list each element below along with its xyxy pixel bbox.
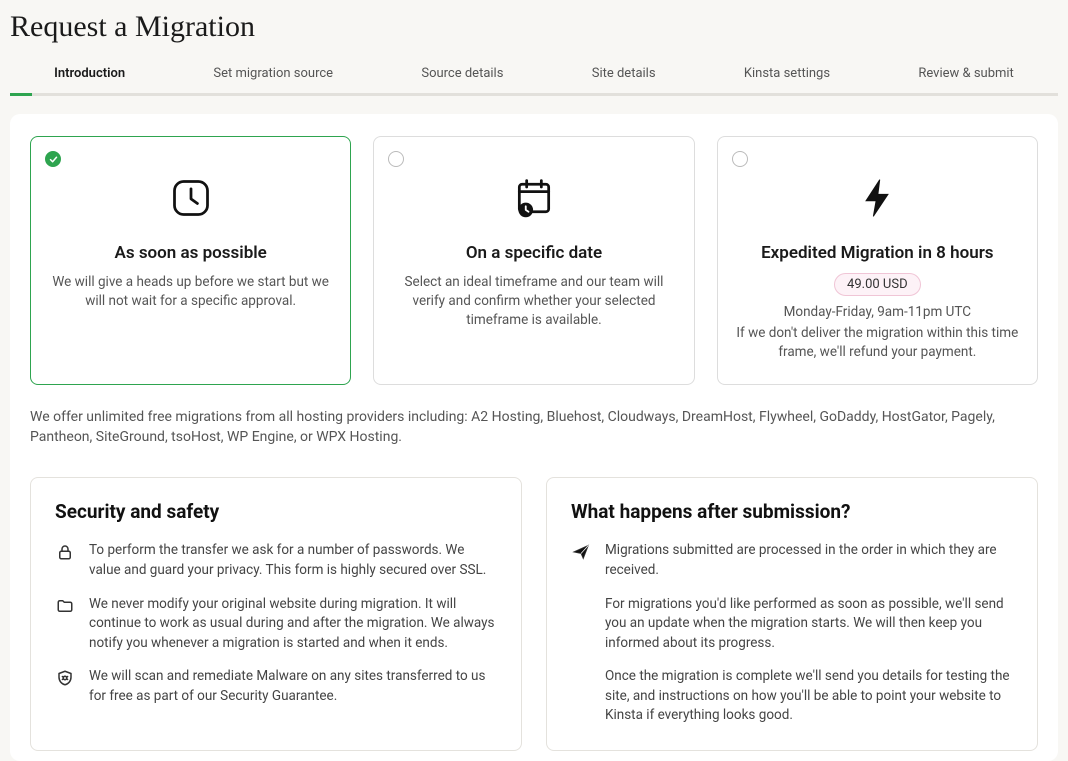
security-heading: Security and safety xyxy=(55,500,497,523)
main-card: As soon as possible We will give a heads… xyxy=(10,114,1058,761)
security-item-nomodify: We never modify your original website du… xyxy=(55,595,497,654)
clock-icon xyxy=(49,175,332,221)
option-specific-title: On a specific date xyxy=(392,243,675,263)
option-expedited-desc: If we don't deliver the migration within… xyxy=(736,324,1019,362)
option-expedited-title: Expedited Migration in 8 hours xyxy=(736,243,1019,263)
after-p1: Migrations submitted are processed in th… xyxy=(605,541,1013,580)
shield-bug-icon xyxy=(55,668,75,688)
after-heading: What happens after submission? xyxy=(571,500,1013,523)
radio-specific-date[interactable] xyxy=(388,151,404,167)
tab-site-details[interactable]: Site details xyxy=(588,58,660,89)
option-asap-desc: We will give a heads up before we start … xyxy=(49,273,332,311)
security-item-text: We never modify your original website du… xyxy=(89,595,497,654)
paper-plane-icon xyxy=(571,542,591,562)
option-asap[interactable]: As soon as possible We will give a heads… xyxy=(30,136,351,385)
security-card: Security and safety To perform the trans… xyxy=(30,477,522,751)
security-item-text: We will scan and remediate Malware on an… xyxy=(89,667,497,706)
tab-review-submit[interactable]: Review & submit xyxy=(914,58,1017,89)
providers-note: We offer unlimited free migrations from … xyxy=(30,407,1038,448)
radio-expedited[interactable] xyxy=(732,151,748,167)
option-specific-desc: Select an ideal timeframe and our team w… xyxy=(392,273,675,330)
progress-fill xyxy=(10,93,32,96)
tab-introduction[interactable]: Introduction xyxy=(50,58,129,89)
security-item-malware: We will scan and remediate Malware on an… xyxy=(55,667,497,706)
tab-source-details[interactable]: Source details xyxy=(417,58,507,89)
option-specific-date[interactable]: On a specific date Select an ideal timef… xyxy=(373,136,694,385)
page-title: Request a Migration xyxy=(0,0,1068,58)
option-asap-title: As soon as possible xyxy=(49,243,332,263)
after-p3: Once the migration is complete we'll sen… xyxy=(605,667,1013,726)
expedited-price-badge: 49.00 USD xyxy=(834,273,921,296)
lightning-icon xyxy=(736,175,1019,221)
step-tabs: Introduction Set migration source Source… xyxy=(0,58,1068,89)
progress-track xyxy=(10,93,1058,96)
folder-icon xyxy=(55,596,75,616)
radio-asap[interactable] xyxy=(45,151,61,167)
info-row: Security and safety To perform the trans… xyxy=(30,477,1038,751)
after-p2: For migrations you'd like performed as s… xyxy=(605,595,1013,654)
migration-timing-options: As soon as possible We will give a heads… xyxy=(30,136,1038,385)
tab-kinsta-settings[interactable]: Kinsta settings xyxy=(740,58,834,89)
tab-set-migration-source[interactable]: Set migration source xyxy=(209,58,337,89)
security-item-text: To perform the transfer we ask for a num… xyxy=(89,541,497,580)
after-submission-card: What happens after submission? Migration… xyxy=(546,477,1038,751)
security-item-ssl: To perform the transfer we ask for a num… xyxy=(55,541,497,580)
after-paragraphs: Migrations submitted are processed in th… xyxy=(605,541,1013,726)
option-expedited[interactable]: Expedited Migration in 8 hours 49.00 USD… xyxy=(717,136,1038,385)
lock-icon xyxy=(55,542,75,562)
calendar-clock-icon xyxy=(392,175,675,221)
expedited-hours: Monday-Friday, 9am-11pm UTC xyxy=(736,304,1019,320)
after-first-row: Migrations submitted are processed in th… xyxy=(571,541,1013,726)
